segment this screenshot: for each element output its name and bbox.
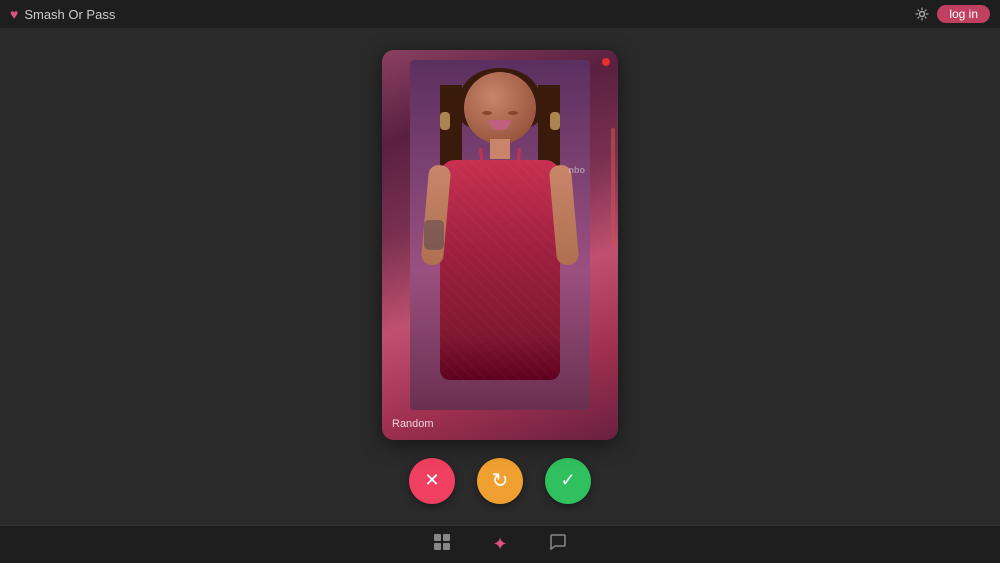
footer: ✦ [0, 525, 1000, 563]
logo-area: ♥ Smash Or Pass [10, 6, 115, 22]
chat-icon[interactable] [548, 532, 568, 557]
heart-check-icon: ✓ [560, 470, 575, 491]
card-image: nbo [382, 50, 618, 440]
card-scroll-indicator [611, 128, 615, 245]
heart-icon: ♥ [10, 6, 18, 22]
head [464, 72, 536, 144]
refresh-icon: ↻ [492, 468, 509, 493]
person-card: nbo Random [382, 50, 618, 440]
smash-button[interactable]: ✓ [545, 458, 591, 504]
main-content: nbo Random ✕ ↻ ✓ [0, 28, 1000, 525]
dress-body [440, 160, 560, 380]
person-figure: nbo [410, 60, 590, 410]
grid-icon[interactable] [432, 532, 452, 557]
login-button[interactable]: log in [937, 5, 990, 23]
star-sparkle-icon: ✦ [492, 534, 507, 554]
logo-text: Smash Or Pass [24, 7, 115, 22]
grid-view-icon [432, 532, 452, 552]
settings-button[interactable] [915, 7, 929, 21]
gear-icon [915, 7, 929, 21]
action-buttons: ✕ ↻ ✓ [409, 458, 591, 504]
refresh-button[interactable]: ↻ [477, 458, 523, 504]
card-label: Random [392, 418, 434, 430]
card-container: nbo Random ✕ ↻ ✓ [382, 50, 618, 504]
card-indicator-dot [602, 58, 610, 66]
header: ♥ Smash Or Pass log in [0, 0, 1000, 28]
neck [490, 139, 510, 159]
chat-bubble-icon [548, 532, 568, 552]
x-icon: ✕ [424, 470, 439, 491]
pass-button[interactable]: ✕ [409, 458, 455, 504]
star-icon[interactable]: ✦ [492, 534, 507, 555]
header-right: log in [915, 5, 990, 23]
